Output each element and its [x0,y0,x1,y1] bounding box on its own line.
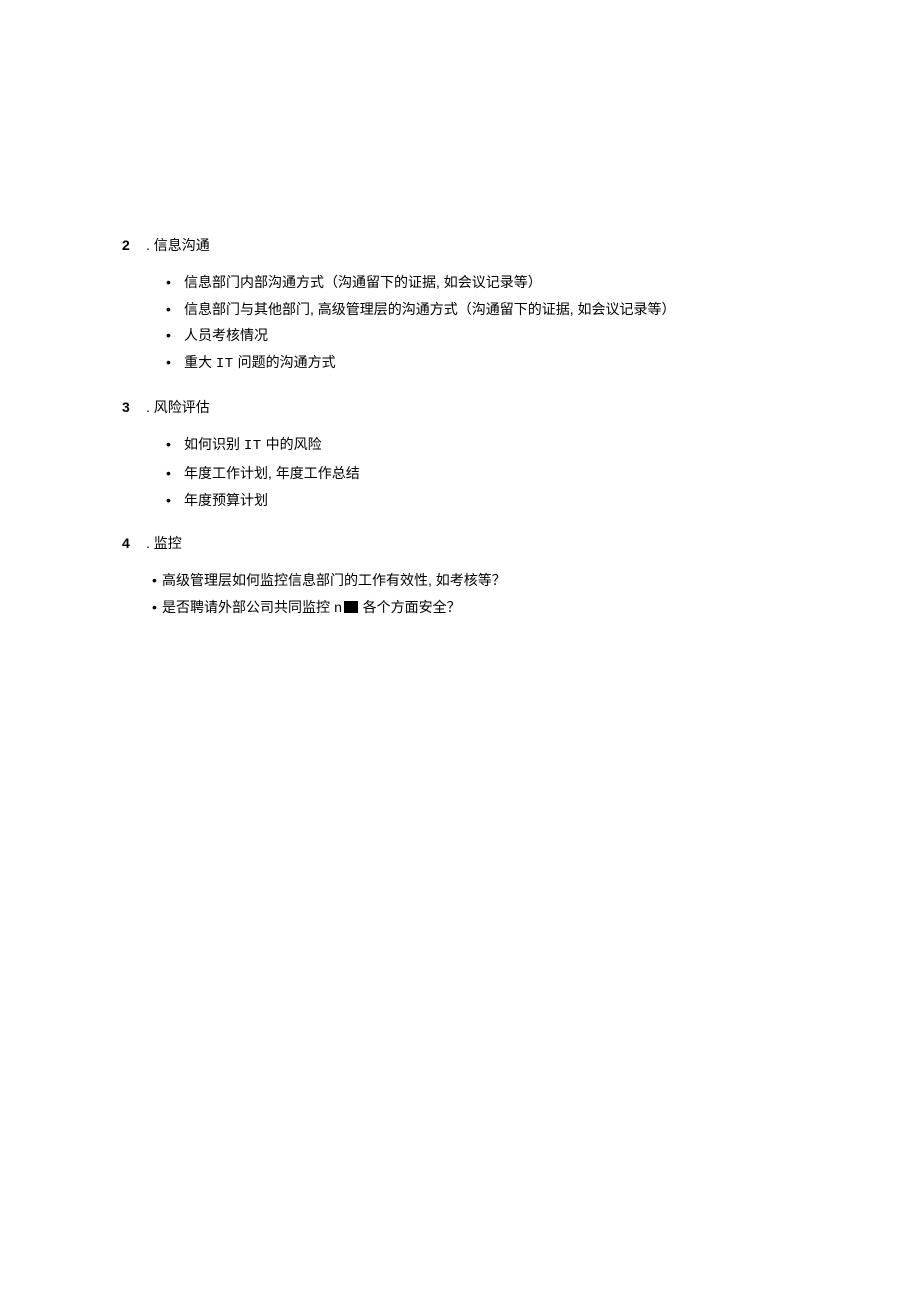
list-item: 信息部门内部沟通方式（沟通留下的证据, 如会议记录等） [184,269,830,296]
section-4: 4 . 监控 高级管理层如何监控信息部门的工作有效性, 如考核等？ 是否聘请外部… [122,533,830,622]
list-item: 如何识别 IT 中的风险 [184,431,830,460]
section-3: 3 . 风险评估 如何识别 IT 中的风险 年度工作计划, 年度工作总结 年度预… [122,397,830,513]
list-item: 人员考核情况 [184,322,830,349]
section-3-items: 如何识别 IT 中的风险 年度工作计划, 年度工作总结 年度预算计划 [184,431,830,513]
section-4-title: . 监控 [146,533,182,553]
section-4-head: 4 . 监控 [122,533,830,553]
list-item: 重大 IT 问题的沟通方式 [184,349,830,378]
list-item: 年度预算计划 [184,487,830,514]
section-2-title: . 信息沟通 [146,235,210,255]
section-4-items: 高级管理层如何监控信息部门的工作有效性, 如考核等？ 是否聘请外部公司共同监控 … [162,567,830,622]
section-3-head: 3 . 风险评估 [122,397,830,417]
section-2: 2 . 信息沟通 信息部门内部沟通方式（沟通留下的证据, 如会议记录等） 信息部… [122,235,830,377]
section-4-number: 4 [122,535,146,551]
list-item: 高级管理层如何监控信息部门的工作有效性, 如考核等？ [162,567,830,594]
list-item: 信息部门与其他部门, 高级管理层的沟通方式（沟通留下的证据, 如会议记录等） [184,296,830,323]
section-2-number: 2 [122,237,146,253]
section-3-title: . 风险评估 [146,397,210,417]
section-2-items: 信息部门内部沟通方式（沟通留下的证据, 如会议记录等） 信息部门与其他部门, 高… [184,269,830,377]
section-2-head: 2 . 信息沟通 [122,235,830,255]
list-item: 年度工作计划, 年度工作总结 [184,460,830,487]
list-item: 是否聘请外部公司共同监控 n 各个方面安全？ [162,594,830,623]
redacted-block-icon [344,601,358,613]
section-3-number: 3 [122,399,146,415]
document-page: 2 . 信息沟通 信息部门内部沟通方式（沟通留下的证据, 如会议记录等） 信息部… [0,0,920,622]
